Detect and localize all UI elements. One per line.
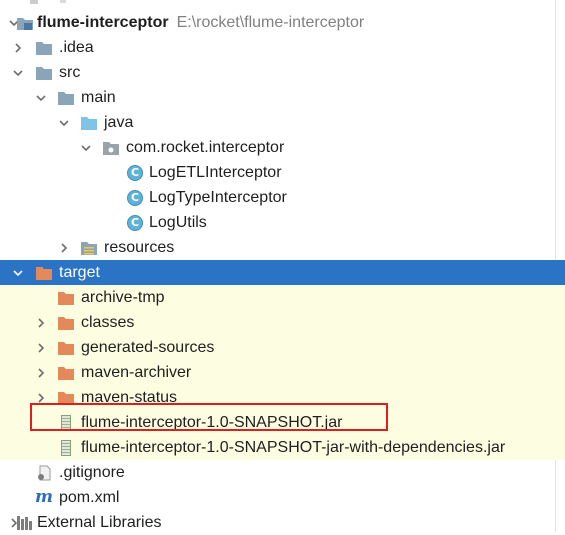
tree-item-label: target [59,264,100,281]
tree-item-label: LogTypeInterceptor [149,189,287,206]
clipped-toolbar-edge [0,0,565,7]
tree-row-class[interactable]: C LogTypeInterceptor [0,185,565,210]
tree-row-class[interactable]: C LogETLInterceptor [0,160,565,185]
tree-item-label: flume-interceptor-1.0-SNAPSHOT-jar-with-… [81,439,506,456]
tree-row-classes[interactable]: classes [0,310,565,335]
jar-file-icon [57,439,75,456]
tree-item-label: .gitignore [59,464,125,481]
tree-row-jar-with-dependencies[interactable]: flume-interceptor-1.0-SNAPSHOT-jar-with-… [0,435,565,460]
tree-item-label: External Libraries [37,514,162,531]
java-class-icon: C [126,189,144,206]
tree-item-label: flume-interceptor-1.0-SNAPSHOT.jar [81,414,343,431]
tree-item-label: generated-sources [81,339,215,356]
tree-item-label: com.rocket.interceptor [126,139,285,156]
jar-file-icon [57,414,75,431]
tree-row-maven-archiver[interactable]: maven-archiver [0,360,565,385]
tree-row-archive-tmp[interactable]: archive-tmp [0,285,565,310]
java-class-icon: C [126,214,144,231]
java-class-icon: C [126,164,144,181]
tree-row-project-root[interactable]: flume-interceptor E:\rocket\flume-interce… [0,10,565,35]
resources-folder-icon [80,239,98,256]
project-name-label: flume-interceptor E:\rocket\flume-interce… [37,10,364,35]
tree-row-pom[interactable]: m pom.xml [0,485,565,510]
tree-row-idea[interactable]: .idea [0,35,565,60]
excluded-folder-icon [57,339,75,356]
tree-row-target[interactable]: target [0,260,565,285]
tree-row-external-libraries[interactable]: External Libraries [0,510,565,535]
chevron-right-icon[interactable] [56,235,72,260]
project-name: flume-interceptor [37,14,169,31]
tree-row-java[interactable]: java [0,110,565,135]
chevron-down-icon[interactable] [33,85,49,110]
chevron-right-icon[interactable] [33,385,49,410]
excluded-folder-icon [57,289,75,306]
folder-icon [57,89,75,106]
excluded-folder-icon [35,264,53,281]
gitignore-file-icon [35,464,53,481]
tree-item-label: LogUtils [149,214,207,231]
chevron-down-icon[interactable] [10,60,26,85]
tree-item-label: java [104,114,134,131]
tree-item-label: pom.xml [59,489,120,506]
tree-row-resources[interactable]: resources [0,235,565,260]
excluded-folder-icon [57,314,75,331]
chevron-down-icon[interactable] [78,135,94,160]
tree-item-label: maven-archiver [81,364,192,381]
folder-icon [35,64,53,81]
chevron-right-icon[interactable] [33,360,49,385]
tree-item-label: main [81,89,116,106]
excluded-folder-icon [57,389,75,406]
chevron-down-icon[interactable] [56,110,72,135]
maven-file-icon: m [35,487,53,507]
tree-item-label: maven-status [81,389,178,406]
tree-row-generated-sources[interactable]: generated-sources [0,335,565,360]
tree-row-gitignore[interactable]: .gitignore [0,460,565,485]
library-icon [16,514,34,531]
project-tree: flume-interceptor E:\rocket\flume-interce… [0,0,565,532]
tree-item-label: classes [81,314,135,331]
module-folder-icon [16,14,34,31]
tree-item-label: LogETLInterceptor [149,164,282,181]
chevron-right-icon[interactable] [10,35,26,60]
package-icon [102,139,120,156]
tree-item-label: src [59,64,81,81]
tree-row-src[interactable]: src [0,60,565,85]
tree-row-class[interactable]: C LogUtils [0,210,565,235]
tree-row-main[interactable]: main [0,85,565,110]
chevron-right-icon[interactable] [33,310,49,335]
source-folder-icon [80,114,98,131]
tree-row-jar[interactable]: flume-interceptor-1.0-SNAPSHOT.jar [0,410,565,435]
folder-icon [35,39,53,56]
project-path: E:\rocket\flume-interceptor [176,14,365,31]
tree-item-label: resources [104,239,175,256]
tree-row-maven-status[interactable]: maven-status [0,385,565,410]
tree-row-package[interactable]: com.rocket.interceptor [0,135,565,160]
tree-item-label: .idea [59,39,94,56]
chevron-right-icon[interactable] [33,335,49,360]
tree-item-label: archive-tmp [81,289,165,306]
excluded-folder-icon [57,364,75,381]
chevron-down-icon[interactable] [10,260,26,285]
